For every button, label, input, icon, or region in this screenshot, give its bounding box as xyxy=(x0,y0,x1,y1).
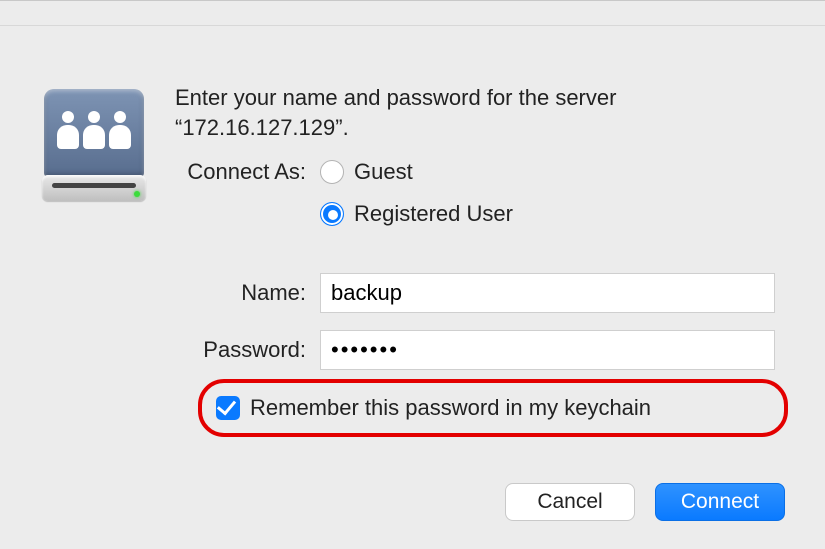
registered-user-option-label: Registered User xyxy=(354,201,513,227)
connect-as-label: Connect As: xyxy=(0,159,320,185)
password-label: Password: xyxy=(0,337,320,363)
name-field[interactable] xyxy=(320,273,775,313)
guest-option[interactable]: Guest xyxy=(320,159,413,185)
prompt-text: Enter your name and password for the ser… xyxy=(175,83,785,142)
cancel-button[interactable]: Cancel xyxy=(505,483,635,521)
registered-user-radio[interactable] xyxy=(320,202,344,226)
connect-to-server-dialog: Enter your name and password for the ser… xyxy=(0,0,825,549)
guest-option-label: Guest xyxy=(354,159,413,185)
prompt-line1: Enter your name and password for the ser… xyxy=(175,85,616,110)
remember-password-checkbox[interactable] xyxy=(216,396,240,420)
remember-password-option[interactable]: Remember this password in my keychain xyxy=(216,395,651,421)
registered-user-option[interactable]: Registered User xyxy=(320,201,513,227)
prompt-line2: “172.16.127.129”. xyxy=(175,115,349,140)
dialog-buttons: Cancel Connect xyxy=(505,483,785,521)
remember-password-label: Remember this password in my keychain xyxy=(250,395,651,421)
name-label: Name: xyxy=(0,280,320,306)
guest-radio[interactable] xyxy=(320,160,344,184)
password-field[interactable] xyxy=(320,330,775,370)
connect-button[interactable]: Connect xyxy=(655,483,785,521)
